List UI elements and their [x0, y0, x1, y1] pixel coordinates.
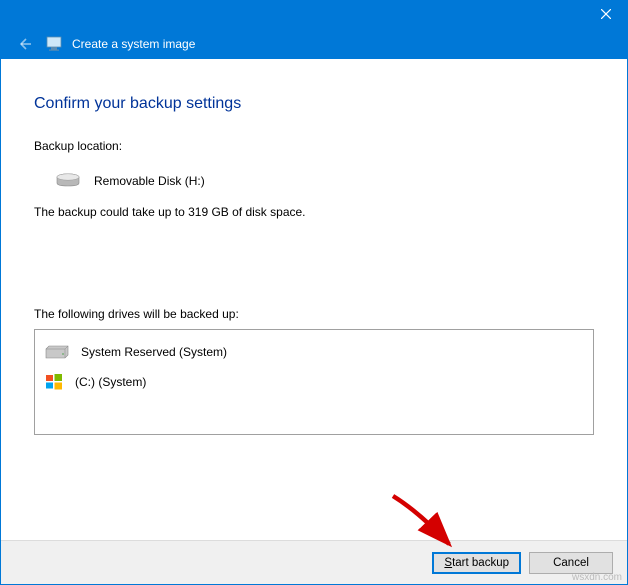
page-title: Confirm your backup settings: [34, 95, 594, 113]
drives-label: The following drives will be backed up:: [34, 307, 594, 321]
drive-label: (C:) (System): [75, 375, 146, 389]
cancel-button[interactable]: Cancel: [529, 552, 613, 574]
backup-location-value: Removable Disk (H:): [94, 174, 205, 188]
footer: Start backup Cancel: [1, 540, 627, 584]
hdd-icon: [45, 345, 69, 359]
removable-disk-icon: [56, 173, 80, 189]
close-icon: [601, 9, 611, 19]
content-area: Confirm your backup settings Backup loca…: [0, 59, 628, 435]
size-note: The backup could take up to 319 GB of di…: [34, 205, 594, 219]
window-title: Create a system image: [72, 37, 195, 51]
backup-location-label: Backup location:: [34, 139, 594, 153]
start-backup-button[interactable]: Start backup: [432, 552, 521, 574]
back-arrow-icon: [16, 35, 34, 53]
windows-icon: [45, 373, 63, 391]
header: Create a system image: [0, 28, 628, 59]
app-icon: [46, 36, 62, 52]
backup-location-row: Removable Disk (H:): [56, 173, 594, 189]
titlebar: [0, 0, 628, 28]
back-button[interactable]: [14, 33, 36, 55]
drive-label: System Reserved (System): [81, 345, 227, 359]
close-button[interactable]: [584, 0, 628, 28]
drives-listbox: System Reserved (System) (C:) (System): [34, 329, 594, 435]
list-item: (C:) (System): [45, 368, 583, 396]
list-item: System Reserved (System): [45, 338, 583, 366]
